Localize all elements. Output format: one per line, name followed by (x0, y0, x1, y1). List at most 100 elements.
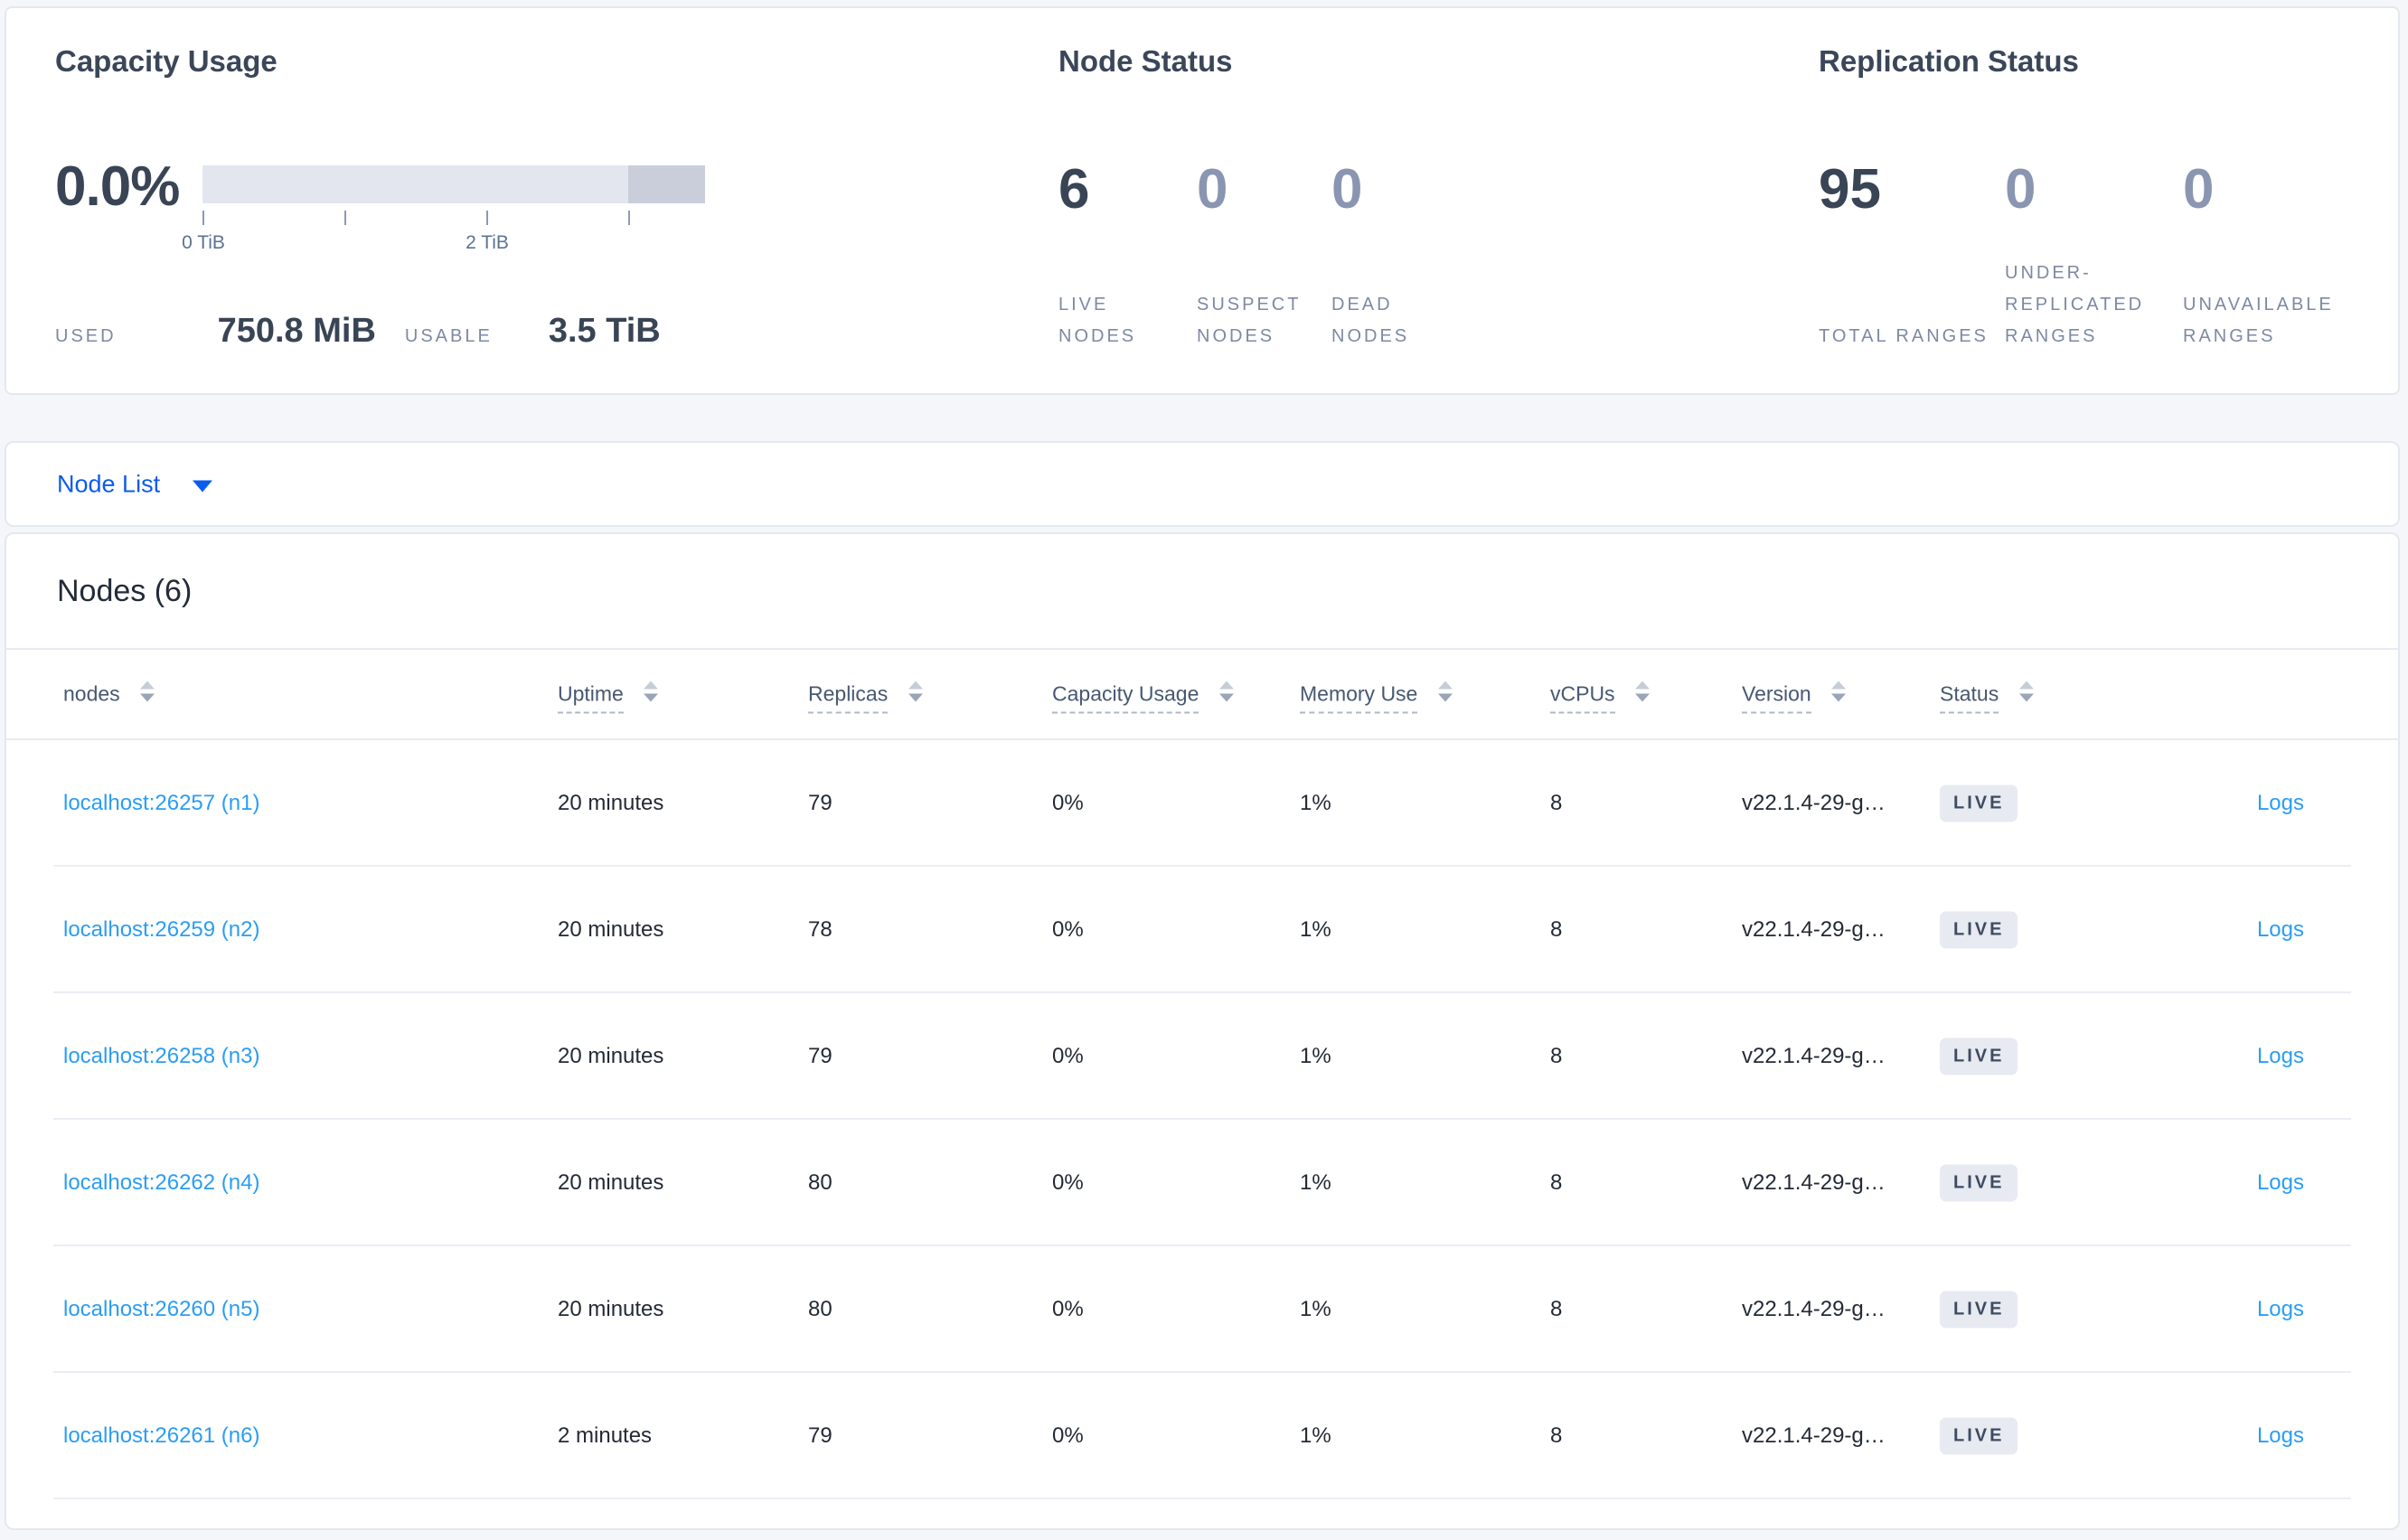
stat-label: SUSPECT NODES (1197, 295, 1302, 346)
uptime-cell: 20 minutes (558, 1297, 664, 1321)
sort-icon (1831, 681, 1847, 702)
column-header-memory-use[interactable]: Memory Use (1300, 681, 1453, 714)
uptime-cell: 20 minutes (558, 1170, 664, 1195)
replicas-cell: 80 (808, 1170, 832, 1195)
capacity-bar-dark-segment (627, 165, 705, 203)
stat-label: TOTAL RANGES (1819, 326, 1989, 346)
memory-cell: 1% (1300, 1170, 1331, 1195)
nodes-table-card: Nodes (6) nodes Uptime Replicas Capacity… (5, 532, 2400, 1530)
stat-value: 0 (2005, 158, 2036, 221)
status-badge: LIVE (1940, 911, 2018, 949)
node-address-link[interactable]: localhost:26260 (n5) (63, 1297, 259, 1321)
node-status-panel: Node Status 6 LIVE NODES 0 SUSPECT NODES… (1058, 44, 1782, 346)
node-address-link[interactable]: localhost:26259 (n2) (63, 917, 259, 942)
stat-label: DEAD NODES (1331, 295, 1410, 346)
memory-cell: 1% (1300, 791, 1331, 815)
column-header-vcpus[interactable]: vCPUs (1550, 681, 1650, 714)
axis-tick-label: 0 TiB (182, 232, 225, 253)
replicas-cell: 79 (808, 1044, 832, 1068)
column-header-version[interactable]: Version (1742, 681, 1847, 714)
logs-link[interactable]: Logs (2257, 1044, 2304, 1068)
stat-label: LIVE NODES (1058, 295, 1137, 346)
axis-tick (202, 211, 204, 225)
status-badge: LIVE (1940, 784, 2018, 822)
uptime-cell: 20 minutes (558, 1044, 664, 1068)
node-list-bar: Node List (5, 441, 2400, 527)
node-list-dropdown[interactable]: Node List (57, 470, 213, 498)
node-address-link[interactable]: localhost:26261 (n6) (63, 1423, 259, 1448)
vcpus-cell: 8 (1550, 1423, 1563, 1448)
replication-status-title: Replication Status (1819, 44, 2079, 78)
column-header-replicas[interactable]: Replicas (808, 681, 923, 714)
table-body: localhost:26257 (n1) 20 minutes 79 0% 1%… (6, 740, 2398, 1499)
capacity-gauge: 0 TiB 2 TiB (182, 165, 705, 253)
stat-value: 0 (2183, 158, 2215, 221)
sort-icon (644, 681, 659, 702)
status-badge: LIVE (1940, 1164, 2018, 1202)
suspect-nodes-stat: 0 SUSPECT NODES (1197, 162, 1331, 352)
status-badge: LIVE (1940, 1417, 2018, 1455)
usable-value: 3.5 TiB (548, 312, 661, 350)
live-nodes-stat: 6 LIVE NODES (1058, 162, 1197, 352)
under-replicated-ranges-stat: 0 UNDER-REPLICATED RANGES (2005, 162, 2183, 352)
capacity-cell: 0% (1052, 1423, 1084, 1448)
column-header-status[interactable]: Status (1940, 681, 2034, 714)
capacity-bar (202, 165, 705, 203)
stat-value: 0 (1331, 158, 1363, 221)
capacity-usage-panel: Capacity Usage 0.0% 0 TiB 2 TiB USED 750… (55, 44, 1031, 350)
used-value: 750.8 MiB (217, 312, 376, 350)
version-cell: v22.1.4-29-g… (1742, 1044, 1886, 1068)
sort-icon (140, 681, 155, 702)
memory-cell: 1% (1300, 1044, 1331, 1068)
axis-tick (486, 211, 488, 225)
capacity-kpis: USED 750.8 MiB USABLE 3.5 TiB (55, 312, 661, 351)
column-header-capacity-usage[interactable]: Capacity Usage (1052, 681, 1234, 714)
capacity-cell: 0% (1052, 791, 1084, 815)
sort-icon (1218, 681, 1234, 702)
memory-cell: 1% (1300, 917, 1331, 942)
stat-value: 0 (1197, 158, 1228, 221)
capacity-cell: 0% (1052, 1044, 1084, 1068)
table-header-row: nodes Uptime Replicas Capacity Usage Mem… (6, 650, 2398, 738)
vcpus-cell: 8 (1550, 791, 1563, 815)
version-cell: v22.1.4-29-g… (1742, 1297, 1886, 1321)
vcpus-cell: 8 (1550, 917, 1563, 942)
table-row: localhost:26259 (n2) 20 minutes 78 0% 1%… (6, 867, 2398, 993)
vcpus-cell: 8 (1550, 1044, 1563, 1068)
sort-icon (1634, 681, 1650, 702)
used-label: USED (55, 326, 117, 346)
logs-link[interactable]: Logs (2257, 1423, 2304, 1448)
replicas-cell: 80 (808, 1297, 832, 1321)
status-badge: LIVE (1940, 1038, 2018, 1075)
table-row: localhost:26262 (n4) 20 minutes 80 0% 1%… (6, 1120, 2398, 1246)
table-row: localhost:26258 (n3) 20 minutes 79 0% 1%… (6, 993, 2398, 1120)
stat-label: UNDER-REPLICATED RANGES (2005, 263, 2145, 346)
status-badge: LIVE (1940, 1291, 2018, 1329)
column-header-nodes[interactable]: nodes (63, 681, 155, 707)
logs-link[interactable]: Logs (2257, 1170, 2304, 1195)
table-row: localhost:26261 (n6) 2 minutes 79 0% 1% … (6, 1373, 2398, 1499)
vcpus-cell: 8 (1550, 1297, 1563, 1321)
node-address-link[interactable]: localhost:26258 (n3) (63, 1044, 259, 1068)
stat-value: 6 (1058, 158, 1090, 221)
node-address-link[interactable]: localhost:26257 (n1) (63, 791, 259, 815)
node-list-dropdown-label: Node List (57, 470, 161, 497)
replicas-cell: 78 (808, 917, 832, 942)
chevron-down-icon (193, 480, 213, 492)
uptime-cell: 20 minutes (558, 791, 664, 815)
version-cell: v22.1.4-29-g… (1742, 1423, 1886, 1448)
capacity-cell: 0% (1052, 1297, 1084, 1321)
axis-tick-label: 2 TiB (466, 232, 509, 253)
node-address-link[interactable]: localhost:26262 (n4) (63, 1170, 259, 1195)
logs-link[interactable]: Logs (2257, 917, 2304, 942)
node-status-title: Node Status (1058, 44, 1233, 78)
replicas-cell: 79 (808, 1423, 832, 1448)
logs-link[interactable]: Logs (2257, 791, 2304, 815)
memory-cell: 1% (1300, 1423, 1331, 1448)
uptime-cell: 20 minutes (558, 917, 664, 942)
logs-link[interactable]: Logs (2257, 1297, 2304, 1321)
capacity-percent: 0.0% (55, 155, 180, 218)
column-header-uptime[interactable]: Uptime (558, 681, 659, 714)
capacity-cell: 0% (1052, 917, 1084, 942)
usable-label: USABLE (404, 326, 493, 346)
